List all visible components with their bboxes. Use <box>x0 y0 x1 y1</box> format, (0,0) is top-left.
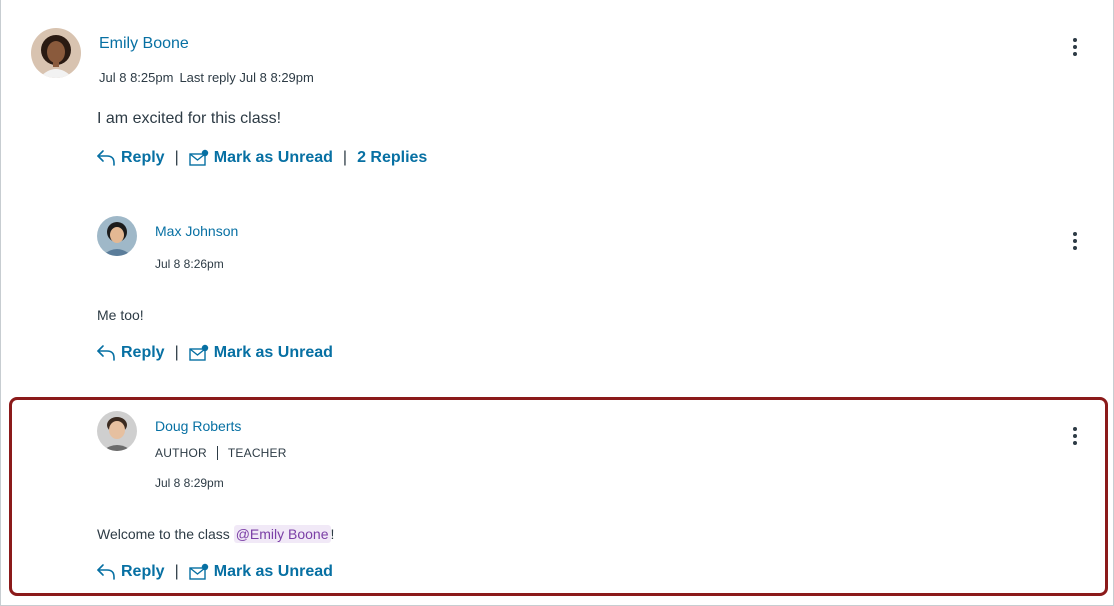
mark-as-unread-button[interactable]: Mark as Unread <box>189 563 333 581</box>
replies-toggle-button[interactable]: 2 Replies <box>357 149 427 167</box>
posted-time: Jul 8 8:29pm <box>155 476 224 490</box>
message-prefix: Welcome to the class <box>97 526 234 542</box>
message-text: Welcome to the class @Emily Boone! <box>97 525 335 543</box>
author-name-doug-roberts[interactable]: Doug Roberts <box>155 418 241 434</box>
action-separator: | <box>174 344 179 361</box>
message-text: I am excited for this class! <box>97 110 282 127</box>
mark-unread-label: Mark as Unread <box>213 149 333 166</box>
more-options-icon[interactable] <box>1065 229 1085 253</box>
reply-label: Reply <box>121 344 165 361</box>
posted-time: Jul 8 8:26pm <box>155 257 224 271</box>
mark-as-unread-button[interactable]: Mark as Unread <box>189 344 333 362</box>
mail-unread-icon <box>189 149 208 166</box>
posted-time: Jul 8 8:25pm <box>99 70 174 85</box>
entry-actions: Reply | Mark as Unread <box>96 342 333 364</box>
reply-button[interactable]: Reply <box>96 563 165 581</box>
mark-unread-label: Mark as Unread <box>213 344 333 361</box>
entry-actions: Reply | Mark as Unread | 2 Replies <box>96 147 427 169</box>
reply-label: Reply <box>121 149 165 166</box>
mark-as-unread-button[interactable]: Mark as Unread <box>189 149 333 167</box>
role-teacher-badge: TEACHER <box>227 446 287 460</box>
entry-actions: Reply | Mark as Unread <box>96 561 333 583</box>
author-roles: AUTHOR TEACHER <box>155 446 287 460</box>
post-meta: Jul 8 8:25pm Last reply Jul 8 8:29pm <box>99 70 314 85</box>
more-options-icon[interactable] <box>1065 424 1085 448</box>
action-separator: | <box>342 149 348 166</box>
action-separator: | <box>174 149 179 166</box>
message-text: Me too! <box>97 307 144 323</box>
author-name-emily-boone[interactable]: Emily Boone <box>99 35 189 53</box>
reply-button[interactable]: Reply <box>96 149 165 167</box>
mail-unread-icon <box>189 563 208 580</box>
last-reply-time: Last reply Jul 8 8:29pm <box>179 70 314 85</box>
avatar-max-johnson[interactable] <box>97 216 137 256</box>
avatar-emily-boone[interactable] <box>31 28 81 78</box>
avatar-doug-roberts[interactable] <box>97 411 137 451</box>
reply-label: Reply <box>121 563 165 580</box>
reply-button[interactable]: Reply <box>96 344 165 362</box>
reply-arrow-icon <box>97 564 115 580</box>
role-divider <box>216 446 218 460</box>
message-suffix: ! <box>330 526 335 542</box>
role-author-badge: AUTHOR <box>155 446 207 460</box>
mark-unread-label: Mark as Unread <box>213 563 333 580</box>
discussion-thread: Emily Boone Jul 8 8:25pm Last reply Jul 8… <box>0 0 1114 606</box>
action-separator: | <box>174 563 179 580</box>
mail-unread-icon <box>189 344 208 361</box>
author-name-max-johnson[interactable]: Max Johnson <box>155 223 238 239</box>
more-options-icon[interactable] <box>1065 35 1085 59</box>
replies-count-label: 2 Replies <box>357 149 428 166</box>
mention-emily-boone[interactable]: @Emily Boone <box>233 525 331 543</box>
reply-arrow-icon <box>97 345 115 361</box>
reply-arrow-icon <box>97 150 115 166</box>
